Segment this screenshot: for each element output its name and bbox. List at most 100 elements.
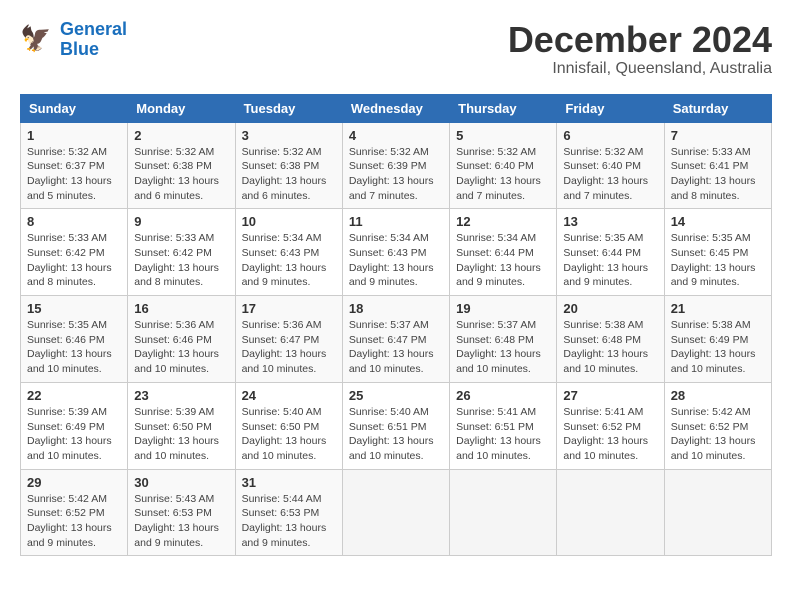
day-number: 16 [134, 301, 228, 316]
day-info: Sunrise: 5:42 AM Sunset: 6:52 PM Dayligh… [27, 492, 121, 551]
day-info: Sunrise: 5:33 AM Sunset: 6:42 PM Dayligh… [134, 231, 228, 290]
week-row-4: 22Sunrise: 5:39 AM Sunset: 6:49 PM Dayli… [21, 382, 772, 469]
day-number: 17 [242, 301, 336, 316]
day-number: 5 [456, 128, 550, 143]
day-number: 9 [134, 214, 228, 229]
day-info: Sunrise: 5:43 AM Sunset: 6:53 PM Dayligh… [134, 492, 228, 551]
day-number: 3 [242, 128, 336, 143]
day-info: Sunrise: 5:40 AM Sunset: 6:50 PM Dayligh… [242, 405, 336, 464]
header-cell-friday: Friday [557, 94, 664, 122]
day-number: 12 [456, 214, 550, 229]
day-number: 8 [27, 214, 121, 229]
week-row-3: 15Sunrise: 5:35 AM Sunset: 6:46 PM Dayli… [21, 296, 772, 383]
day-cell: 17 Sunrise: 5:36 AM Sunset: 6:47 PM Dayli… [235, 296, 342, 383]
day-cell [557, 469, 664, 556]
day-info: Sunrise: 5:37 AM Sunset: 6:47 PM Dayligh… [349, 318, 443, 377]
day-info: Sunrise: 5:33 AM Sunset: 6:41 PM Dayligh… [671, 145, 765, 204]
day-number: 13 [563, 214, 657, 229]
day-number: 1 [27, 128, 121, 143]
day-cell: 11 Sunrise: 5:34 AM Sunset: 6:43 PM Dayli… [342, 209, 449, 296]
header-cell-wednesday: Wednesday [342, 94, 449, 122]
calendar-body: 1 Sunrise: 5:32 AM Sunset: 6:37 PM Daylig… [21, 122, 772, 556]
day-info: Sunrise: 5:32 AM Sunset: 6:39 PM Dayligh… [349, 145, 443, 204]
header-cell-sunday: Sunday [21, 94, 128, 122]
day-cell: 24 Sunrise: 5:40 AM Sunset: 6:50 PM Dayli… [235, 382, 342, 469]
day-cell: 6 Sunrise: 5:32 AM Sunset: 6:40 PM Daylig… [557, 122, 664, 209]
day-info: Sunrise: 5:44 AM Sunset: 6:53 PM Dayligh… [242, 492, 336, 551]
day-info: Sunrise: 5:37 AM Sunset: 6:48 PM Dayligh… [456, 318, 550, 377]
day-number: 24 [242, 388, 336, 403]
header-cell-thursday: Thursday [450, 94, 557, 122]
day-number: 11 [349, 214, 443, 229]
day-info: Sunrise: 5:39 AM Sunset: 6:49 PM Dayligh… [27, 405, 121, 464]
day-info: Sunrise: 5:33 AM Sunset: 6:42 PM Dayligh… [27, 231, 121, 290]
day-cell: 30 Sunrise: 5:43 AM Sunset: 6:53 PM Dayli… [128, 469, 235, 556]
week-row-2: 8 Sunrise: 5:33 AM Sunset: 6:42 PM Daylig… [21, 209, 772, 296]
header-row: SundayMondayTuesdayWednesdayThursdayFrid… [21, 94, 772, 122]
header-cell-saturday: Saturday [664, 94, 771, 122]
day-cell: 19Sunrise: 5:37 AM Sunset: 6:48 PM Dayli… [450, 296, 557, 383]
day-cell [342, 469, 449, 556]
day-number: 18 [349, 301, 443, 316]
day-number: 30 [134, 475, 228, 490]
day-info: Sunrise: 5:32 AM Sunset: 6:40 PM Dayligh… [456, 145, 550, 204]
day-info: Sunrise: 5:36 AM Sunset: 6:47 PM Dayligh… [242, 318, 336, 377]
day-cell: 1 Sunrise: 5:32 AM Sunset: 6:37 PM Daylig… [21, 122, 128, 209]
day-cell: 13Sunrise: 5:35 AM Sunset: 6:44 PM Dayli… [557, 209, 664, 296]
day-info: Sunrise: 5:39 AM Sunset: 6:50 PM Dayligh… [134, 405, 228, 464]
day-cell: 9 Sunrise: 5:33 AM Sunset: 6:42 PM Daylig… [128, 209, 235, 296]
day-info: Sunrise: 5:32 AM Sunset: 6:38 PM Dayligh… [242, 145, 336, 204]
day-info: Sunrise: 5:36 AM Sunset: 6:46 PM Dayligh… [134, 318, 228, 377]
day-cell: 3 Sunrise: 5:32 AM Sunset: 6:38 PM Daylig… [235, 122, 342, 209]
day-number: 25 [349, 388, 443, 403]
day-cell: 15Sunrise: 5:35 AM Sunset: 6:46 PM Dayli… [21, 296, 128, 383]
day-number: 14 [671, 214, 765, 229]
day-cell: 14 Sunrise: 5:35 AM Sunset: 6:45 PM Dayli… [664, 209, 771, 296]
day-number: 31 [242, 475, 336, 490]
day-cell: 5 Sunrise: 5:32 AM Sunset: 6:40 PM Daylig… [450, 122, 557, 209]
day-cell: 2Sunrise: 5:32 AM Sunset: 6:38 PM Daylig… [128, 122, 235, 209]
day-cell: 25Sunrise: 5:40 AM Sunset: 6:51 PM Dayli… [342, 382, 449, 469]
day-info: Sunrise: 5:34 AM Sunset: 6:44 PM Dayligh… [456, 231, 550, 290]
day-cell: 23 Sunrise: 5:39 AM Sunset: 6:50 PM Dayli… [128, 382, 235, 469]
logo-text: General Blue [60, 20, 127, 60]
calendar-header: SundayMondayTuesdayWednesdayThursdayFrid… [21, 94, 772, 122]
day-number: 6 [563, 128, 657, 143]
day-cell: 27Sunrise: 5:41 AM Sunset: 6:52 PM Dayli… [557, 382, 664, 469]
header-cell-tuesday: Tuesday [235, 94, 342, 122]
week-row-5: 29Sunrise: 5:42 AM Sunset: 6:52 PM Dayli… [21, 469, 772, 556]
location-title: Innisfail, Queensland, Australia [508, 60, 772, 78]
title-section: December 2024 Innisfail, Queensland, Aus… [508, 20, 772, 78]
header-cell-monday: Monday [128, 94, 235, 122]
day-info: Sunrise: 5:34 AM Sunset: 6:43 PM Dayligh… [242, 231, 336, 290]
day-cell: 7 Sunrise: 5:33 AM Sunset: 6:41 PM Daylig… [664, 122, 771, 209]
day-number: 10 [242, 214, 336, 229]
day-number: 26 [456, 388, 550, 403]
day-info: Sunrise: 5:41 AM Sunset: 6:52 PM Dayligh… [563, 405, 657, 464]
header: 🦅 General Blue December 2024 Innisfail, … [20, 20, 772, 78]
day-cell: 10 Sunrise: 5:34 AM Sunset: 6:43 PM Dayli… [235, 209, 342, 296]
day-cell [450, 469, 557, 556]
day-cell: 8 Sunrise: 5:33 AM Sunset: 6:42 PM Daylig… [21, 209, 128, 296]
day-cell: 21Sunrise: 5:38 AM Sunset: 6:49 PM Dayli… [664, 296, 771, 383]
day-info: Sunrise: 5:32 AM Sunset: 6:37 PM Dayligh… [27, 145, 121, 204]
day-cell [664, 469, 771, 556]
day-cell: 18 Sunrise: 5:37 AM Sunset: 6:47 PM Dayli… [342, 296, 449, 383]
logo-icon: 🦅 [20, 22, 56, 58]
day-info: Sunrise: 5:35 AM Sunset: 6:45 PM Dayligh… [671, 231, 765, 290]
day-cell: 29Sunrise: 5:42 AM Sunset: 6:52 PM Dayli… [21, 469, 128, 556]
day-cell: 31 Sunrise: 5:44 AM Sunset: 6:53 PM Dayli… [235, 469, 342, 556]
logo: 🦅 General Blue [20, 20, 127, 60]
day-cell: 22Sunrise: 5:39 AM Sunset: 6:49 PM Dayli… [21, 382, 128, 469]
day-info: Sunrise: 5:34 AM Sunset: 6:43 PM Dayligh… [349, 231, 443, 290]
day-cell: 28Sunrise: 5:42 AM Sunset: 6:52 PM Dayli… [664, 382, 771, 469]
day-cell: 4Sunrise: 5:32 AM Sunset: 6:39 PM Daylig… [342, 122, 449, 209]
calendar-table: SundayMondayTuesdayWednesdayThursdayFrid… [20, 94, 772, 557]
day-number: 7 [671, 128, 765, 143]
day-number: 23 [134, 388, 228, 403]
svg-text:🦅: 🦅 [20, 23, 51, 53]
day-number: 2 [134, 128, 228, 143]
day-info: Sunrise: 5:32 AM Sunset: 6:40 PM Dayligh… [563, 145, 657, 204]
day-number: 20 [563, 301, 657, 316]
day-cell: 20Sunrise: 5:38 AM Sunset: 6:48 PM Dayli… [557, 296, 664, 383]
